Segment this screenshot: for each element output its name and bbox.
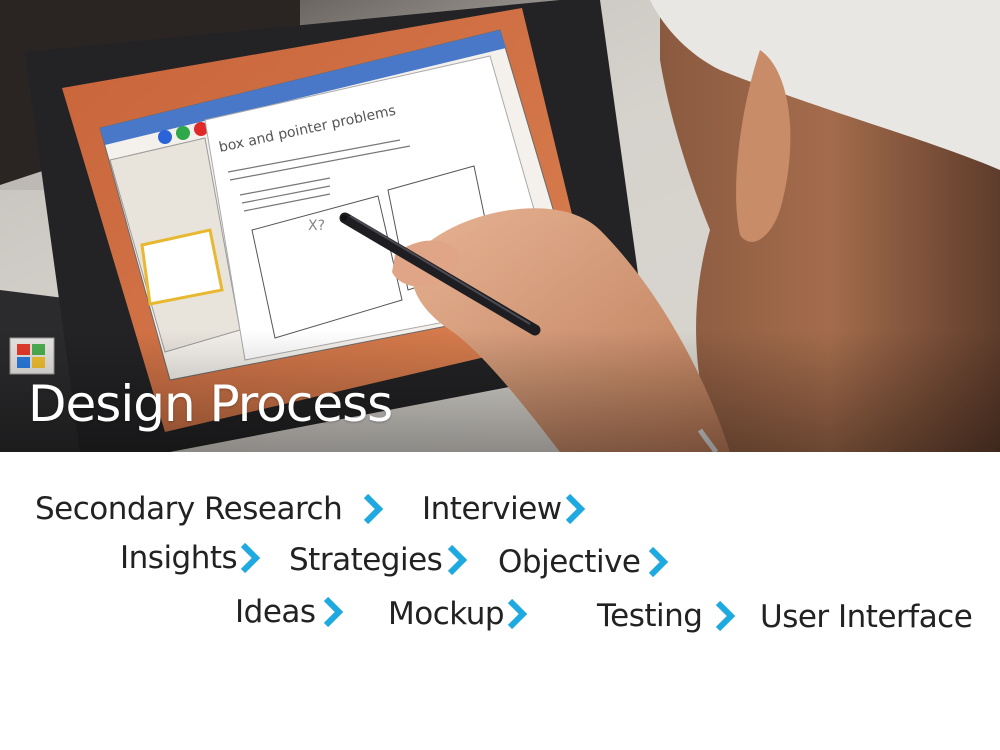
step-interview: Interview [422, 493, 586, 525]
chevron-right-icon [322, 596, 344, 628]
chevron-right-icon [564, 493, 586, 525]
step-label: Ideas [235, 593, 316, 630]
step-objective: Objective [498, 546, 669, 578]
chevron-right-icon [362, 493, 384, 525]
chevron-right-icon [714, 600, 736, 632]
step-label: Insights [120, 539, 238, 576]
chevron-right-icon [239, 542, 261, 574]
step-label: Mockup [388, 595, 505, 632]
step-label: Strategies [289, 541, 443, 578]
step-label: User Interface [760, 599, 973, 635]
selected-thumbnail [140, 228, 224, 306]
chevron-right-icon [506, 598, 528, 630]
step-user-interface: User Interface [760, 599, 973, 635]
step-label: Testing [597, 597, 703, 634]
chevron-right-icon [446, 544, 468, 576]
step-label: Objective [498, 543, 641, 580]
step-label: Interview [422, 490, 562, 527]
hero-photo: box and pointer problems X? Design Proce… [0, 0, 1000, 452]
slide-title: Design Process [28, 375, 393, 433]
step-insights: Insights [120, 542, 261, 574]
step-mockup: Mockup [388, 598, 528, 630]
chevron-right-icon [647, 546, 669, 578]
step-testing: Testing [597, 600, 736, 632]
handwritten-mark: X? [308, 218, 325, 234]
step-strategies: Strategies [289, 544, 468, 576]
step-ideas: Ideas [235, 596, 344, 628]
step-label: Secondary Research [35, 490, 343, 527]
step-secondary-research: Secondary Research [35, 493, 384, 525]
